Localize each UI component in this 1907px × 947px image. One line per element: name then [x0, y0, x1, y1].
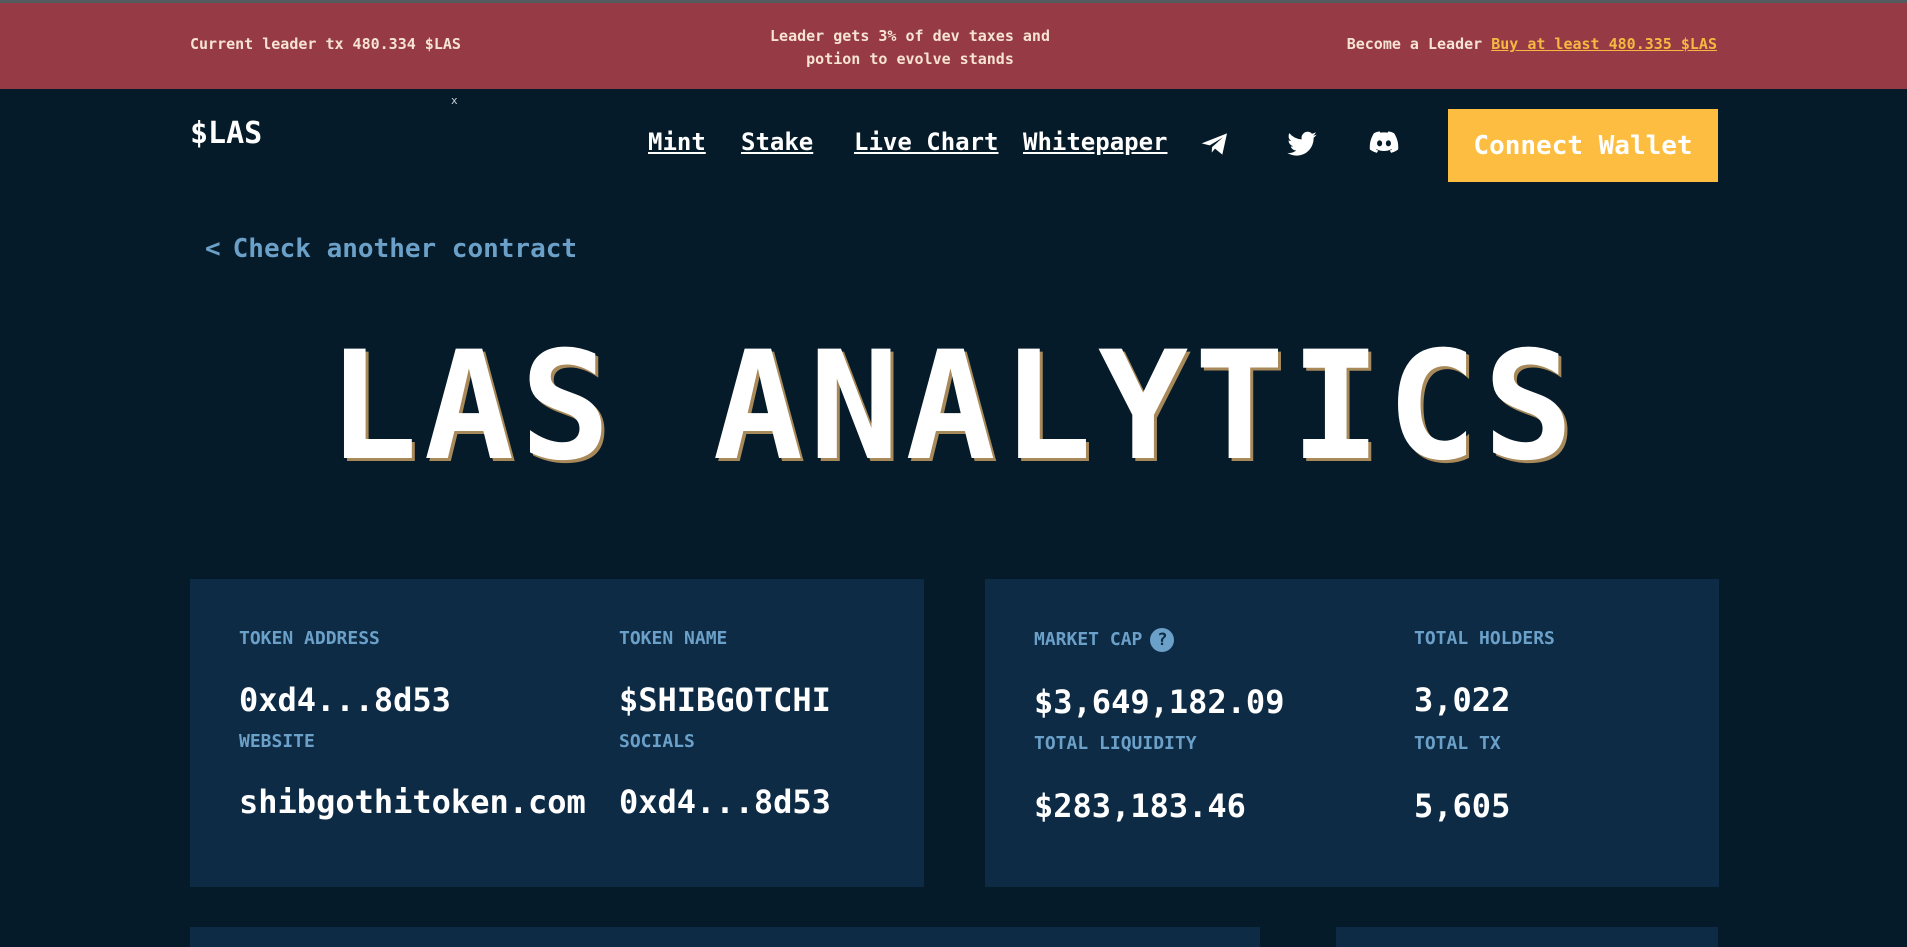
twitter-icon[interactable] [1284, 128, 1320, 160]
bottom-panel-left [190, 927, 1260, 947]
page-title: LAS ANALYTICS [327, 320, 1580, 494]
discord-icon[interactable] [1366, 126, 1402, 158]
website-label: WEBSITE [239, 731, 315, 752]
socials-value[interactable]: 0xd4...8d53 [619, 783, 831, 821]
connect-wallet-button[interactable]: Connect Wallet [1448, 109, 1718, 182]
token-name-value: $SHIBGOTCHI [619, 681, 831, 719]
nav-whitepaper[interactable]: Whitepaper [1023, 128, 1168, 156]
current-leader-text: Current leader tx 480.334 $LAS [190, 35, 461, 53]
total-liquidity-label: TOTAL LIQUIDITY [1034, 733, 1197, 754]
stray-mark: x [451, 94, 458, 107]
total-liquidity-value: $283,183.46 [1034, 787, 1246, 825]
website-value[interactable]: shibgothitoken.com [239, 783, 586, 821]
market-cap-label-text: MARKET CAP [1034, 629, 1143, 650]
become-leader: Become a Leader Buy at least 480.335 $LA… [1347, 35, 1717, 53]
total-tx-value: 5,605 [1414, 787, 1511, 825]
leader-info-text: Leader gets 3% of dev taxes and potion t… [770, 27, 1050, 68]
back-link-label: Check another contract [232, 234, 578, 264]
nav-mint[interactable]: Mint [648, 128, 706, 156]
token-stats-card: MARKET CAP? $3,649,182.09 TOTAL HOLDERS … [985, 579, 1719, 887]
total-tx-label: TOTAL TX [1414, 733, 1501, 754]
help-icon[interactable]: ? [1150, 628, 1175, 652]
total-holders-value: 3,022 [1414, 681, 1511, 719]
token-info-card: TOKEN ADDRESS 0xd4...8d53 TOKEN NAME $SH… [190, 579, 924, 887]
nav-live-chart[interactable]: Live Chart [854, 128, 999, 156]
token-address-label: TOKEN ADDRESS [239, 628, 380, 649]
market-cap-label: MARKET CAP? [1034, 628, 1175, 652]
telegram-icon[interactable] [1197, 128, 1233, 160]
bottom-panel-right [1336, 927, 1718, 947]
chevron-left-icon: < [205, 234, 221, 264]
site-logo[interactable]: $LAS [190, 116, 262, 151]
market-cap-value: $3,649,182.09 [1034, 683, 1285, 721]
token-address-value[interactable]: 0xd4...8d53 [239, 681, 451, 719]
leader-banner: Current leader tx 480.334 $LAS Leader ge… [0, 3, 1907, 89]
buy-link[interactable]: Buy at least 480.335 $LAS [1491, 35, 1717, 53]
total-holders-label: TOTAL HOLDERS [1414, 628, 1555, 649]
token-name-label: TOKEN NAME [619, 628, 728, 649]
nav-stake[interactable]: Stake [741, 128, 813, 156]
socials-label: SOCIALS [619, 731, 695, 752]
check-another-contract-link[interactable]: < Check another contract [205, 234, 577, 264]
become-leader-label: Become a Leader [1346, 35, 1483, 53]
